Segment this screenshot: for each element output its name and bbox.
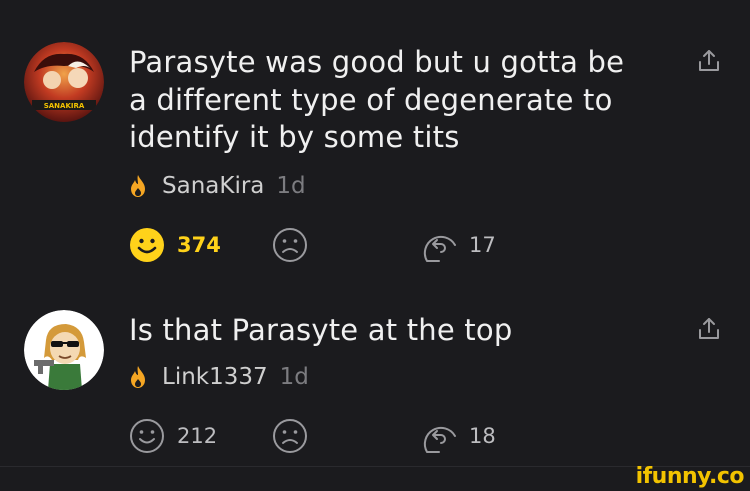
ifunny-watermark: ifunny.co (635, 464, 745, 489)
username[interactable]: Link1337 (162, 364, 268, 390)
frown-icon (273, 419, 307, 453)
comment-text: Is that Parasyte at the top (129, 312, 669, 350)
comment-text-line: a different type of degenerate to (129, 82, 613, 117)
unsmile-button[interactable] (272, 416, 308, 456)
reply-icon (423, 426, 456, 453)
unsmile-button[interactable] (272, 225, 308, 265)
comment-text-line: Is that Parasyte at the top (129, 313, 513, 347)
smile-icon (130, 228, 164, 262)
smile-count: 374 (177, 233, 221, 257)
smile-button[interactable]: 212 (129, 416, 217, 456)
comment-text-line: Parasyte was good but u gotta be (129, 45, 625, 79)
avatar[interactable]: SANAKIRA (24, 42, 104, 122)
timestamp: 1d (276, 173, 306, 199)
flame-icon (131, 366, 145, 388)
share-icon[interactable] (695, 47, 723, 75)
comment-meta: Link1337 1d (129, 362, 309, 392)
comment-actions: 212 18 (129, 416, 529, 456)
reply-count: 17 (469, 233, 496, 257)
reply-icon (423, 235, 456, 262)
smile-icon (130, 419, 164, 453)
share-icon[interactable] (695, 315, 723, 343)
avatar[interactable] (24, 310, 104, 390)
comment-text-line: identify it by some tits (129, 120, 460, 154)
reply-button[interactable]: 17 (421, 225, 496, 265)
avatar-label: SANAKIRA (44, 102, 85, 110)
comment-meta: SanaKira 1d (129, 171, 306, 201)
username[interactable]: SanaKira (162, 173, 264, 199)
smile-count: 212 (177, 424, 218, 448)
frown-icon (273, 228, 307, 262)
smile-button[interactable]: 374 (129, 225, 221, 265)
comment-actions: 374 17 (129, 225, 529, 265)
timestamp: 1d (279, 364, 309, 390)
flame-icon (131, 175, 145, 197)
comment-text: Parasyte was good but u gotta be a diffe… (129, 44, 669, 157)
reply-button[interactable]: 18 (421, 416, 496, 456)
reply-count: 18 (469, 424, 496, 448)
